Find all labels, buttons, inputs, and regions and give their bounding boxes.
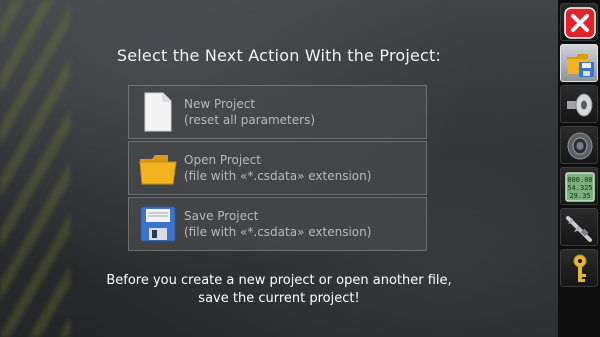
calculator-display-icon: 000.00 54.325 29.35 [565, 172, 595, 202]
cylinder-tool-icon [567, 93, 593, 117]
save-warning-line2: save the current project! [198, 291, 360, 306]
caliper-icon [566, 216, 592, 242]
save-project-description: (file with «*.csdata» extension) [184, 225, 372, 239]
new-project-description: (reset all parameters) [184, 113, 316, 127]
calculator-button[interactable]: 000.00 54.325 29.35 [560, 167, 598, 205]
new-project-label: New Project [184, 97, 256, 111]
close-icon [564, 7, 596, 39]
key-icon [573, 254, 587, 282]
right-toolbar: 000.00 54.325 29.35 [558, 0, 600, 337]
bearing-icon [567, 132, 593, 160]
save-warning-line1: Before you create a new project or open … [106, 273, 452, 288]
close-button[interactable] [560, 3, 598, 41]
calc-line-3: 29.35 [569, 192, 590, 200]
calc-line-1: 000.00 [567, 176, 592, 184]
folder-icon [138, 146, 178, 190]
project-file-button[interactable] [560, 44, 598, 82]
open-project-button[interactable]: Open Project (file with «*.csdata» exten… [128, 141, 427, 195]
open-project-description: (file with «*.csdata» extension) [184, 169, 372, 183]
cylinder-tool-button[interactable] [560, 85, 598, 123]
calc-line-2: 54.325 [567, 184, 592, 192]
new-project-button[interactable]: New Project (reset all parameters) [128, 85, 427, 139]
key-button[interactable] [560, 249, 598, 287]
save-warning-note: Before you create a new project or open … [0, 272, 558, 308]
open-project-label: Open Project [184, 153, 261, 167]
save-project-label: Save Project [184, 209, 259, 223]
save-project-button[interactable]: Save Project (file with «*.csdata» exten… [128, 197, 427, 251]
file-folder-icon [567, 54, 594, 77]
dialog-title: Select the Next Action With the Project: [116, 46, 442, 65]
caliper-button[interactable] [560, 208, 598, 246]
blank-document-icon [138, 90, 178, 134]
floppy-disk-icon [138, 202, 178, 246]
bearing-button[interactable] [560, 126, 598, 164]
